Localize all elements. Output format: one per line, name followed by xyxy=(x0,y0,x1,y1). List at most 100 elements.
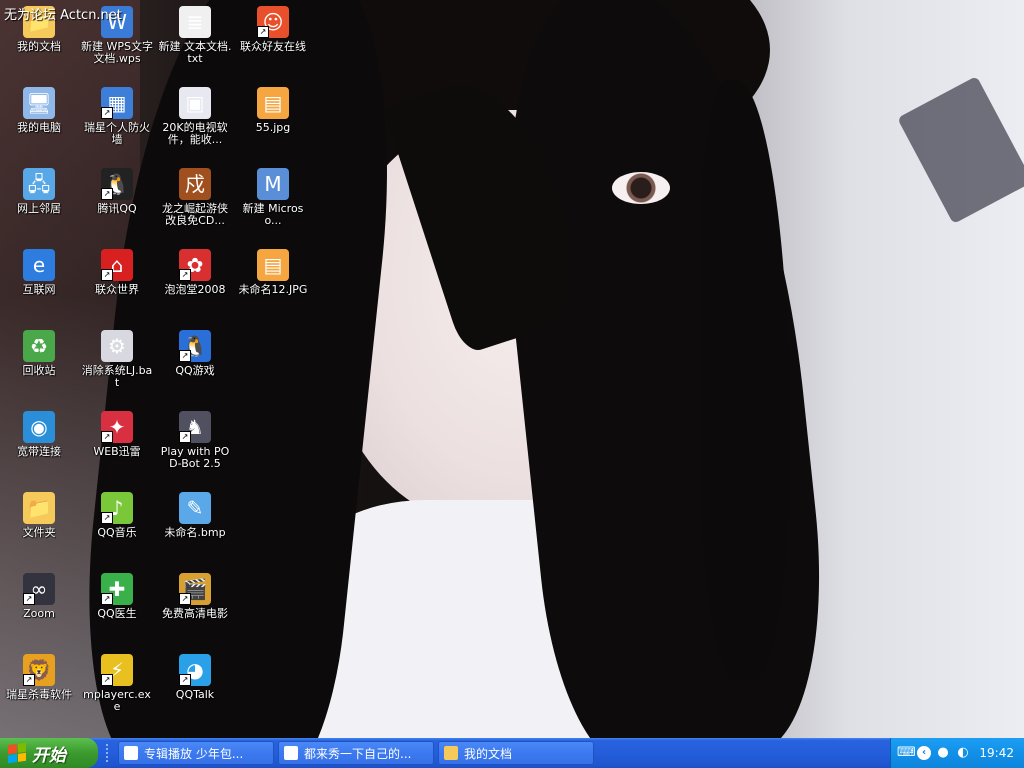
desktop-icon-label: 联众好友在线 xyxy=(240,40,306,53)
file-icon: ▤ xyxy=(257,249,289,281)
desktop-icon-label: 未命名12.JPG xyxy=(238,283,308,296)
shortcut-arrow-icon: ↗ xyxy=(179,431,191,443)
task-label: 我的文档 xyxy=(464,746,513,761)
shortcut-arrow-icon: ↗ xyxy=(257,26,269,38)
desktop-icon[interactable]: ▦ ↗ 瑞星个人防火墙 xyxy=(78,87,156,146)
file-icon: 📁 xyxy=(23,492,55,524)
desktop-icon-label: Zoom xyxy=(23,607,55,620)
task-button-my-documents[interactable]: 我的文档 xyxy=(438,741,594,765)
desktop-icon[interactable]: ▤ 未命名12.JPG xyxy=(234,249,312,296)
shortcut-arrow-icon: ↗ xyxy=(179,269,191,281)
desktop-icon-label: 文件夹 xyxy=(22,526,56,539)
browser-icon xyxy=(124,746,138,760)
file-icon: ☺ ↗ xyxy=(257,6,289,38)
windows-logo-icon xyxy=(8,742,26,764)
file-icon: ✿ ↗ xyxy=(179,249,211,281)
desktop-icon-label: 宽带连接 xyxy=(17,445,61,458)
desktop-icon[interactable]: 🖥 我的电脑 xyxy=(0,87,78,134)
desktop-icon-label: 龙之崛起游侠改良免CD... xyxy=(162,202,228,227)
shortcut-arrow-icon: ↗ xyxy=(179,593,191,605)
desktop-icon[interactable]: 🦁 ↗ 瑞星杀毒软件 xyxy=(0,654,78,701)
file-icon: ✎ xyxy=(179,492,211,524)
file-icon: ◉ xyxy=(23,411,55,443)
file-icon: ♻ xyxy=(23,330,55,362)
desktop-icon-label: 瑞星杀毒软件 xyxy=(6,688,72,701)
desktop-icon-label: QQ医生 xyxy=(97,607,137,620)
desktop-icon[interactable]: ✿ ↗ 泡泡堂2008 xyxy=(156,249,234,296)
start-button[interactable]: 开始 xyxy=(0,738,98,768)
wallpaper-hair-right xyxy=(480,0,840,738)
desktop-icon[interactable]: ∞ ↗ Zoom xyxy=(0,573,78,620)
desktop-icon[interactable]: ⚙ 消除系统LJ.bat xyxy=(78,330,156,389)
shortcut-arrow-icon: ↗ xyxy=(179,674,191,686)
desktop-icon-label: 20K的电视软件，能收... xyxy=(162,121,228,146)
task-label: 专辑播放 少年包... xyxy=(144,746,244,761)
shortcut-arrow-icon: ↗ xyxy=(101,593,113,605)
desktop-icon[interactable]: ♪ ↗ QQ音乐 xyxy=(78,492,156,539)
file-icon: 🐧 ↗ xyxy=(101,168,133,200)
file-icon: ◕ ↗ xyxy=(179,654,211,686)
keyboard-icon[interactable]: ⌨ xyxy=(897,745,916,761)
desktop-icon-label: 免费高清电影 xyxy=(162,607,228,620)
file-icon: 戍 xyxy=(179,168,211,200)
desktop-icon[interactable]: e 互联网 xyxy=(0,249,78,296)
desktop-icon[interactable]: ▣ 20K的电视软件，能收... xyxy=(156,87,234,146)
desktop-icon-label: 未命名.bmp xyxy=(164,526,226,539)
file-icon: ♪ ↗ xyxy=(101,492,133,524)
desktop-icon[interactable]: ♻ 回收站 xyxy=(0,330,78,377)
start-label: 开始 xyxy=(32,745,66,766)
desktop[interactable]: 📁 我的文档 W 新建 WPS文字文档.wps ≣ 新建 文本文档.txt ☺ ↗ 联众好友在线… xyxy=(0,0,1024,738)
task-label: 都来秀一下自己的... xyxy=(304,746,412,761)
desktop-icon[interactable]: ⌂ ↗ 联众世界 xyxy=(78,249,156,296)
file-icon: ✚ ↗ xyxy=(101,573,133,605)
desktop-icon[interactable]: ◉ 宽带连接 xyxy=(0,411,78,458)
desktop-icon-label: QQTalk xyxy=(175,688,215,701)
qq-icon[interactable]: ● xyxy=(935,745,951,761)
file-icon: ⚙ xyxy=(101,330,133,362)
file-icon: ♞ ↗ xyxy=(179,411,211,443)
desktop-icon-label: 回收站 xyxy=(22,364,56,377)
desktop-icon-label: 互联网 xyxy=(22,283,56,296)
desktop-icon[interactable]: 🐧 ↗ 腾讯QQ xyxy=(78,168,156,215)
desktop-icon[interactable]: ♞ ↗ Play with POD-Bot 2.5 xyxy=(156,411,234,470)
desktop-icon[interactable]: 🎬 ↗ 免费高清电影 xyxy=(156,573,234,620)
desktop-icon[interactable]: ⚡ ↗ mplayerc.exe xyxy=(78,654,156,713)
system-tray: ⌨ ‹ ● ◐ 19:42 xyxy=(890,738,1024,768)
file-icon: 🖥 xyxy=(23,87,55,119)
desktop-icon[interactable]: ✚ ↗ QQ医生 xyxy=(78,573,156,620)
clock[interactable]: 19:42 xyxy=(979,746,1014,760)
desktop-icon[interactable]: ◕ ↗ QQTalk xyxy=(156,654,234,701)
desktop-icon-label: 新建 文本文档.txt xyxy=(158,40,232,65)
wallpaper-shirt xyxy=(300,500,720,738)
desktop-icon[interactable]: 戍龙之崛起游侠改良免CD... xyxy=(156,168,234,227)
desktop-icon[interactable]: ▤ 55.jpg xyxy=(234,87,312,134)
desktop-icon[interactable]: 📁 文件夹 xyxy=(0,492,78,539)
task-button-forum-post[interactable]: 都来秀一下自己的... xyxy=(278,741,434,765)
desktop-icon[interactable]: 🖧 网上邻居 xyxy=(0,168,78,215)
file-icon: 🎬 ↗ xyxy=(179,573,211,605)
file-icon: 🖧 xyxy=(23,168,55,200)
desktop-icon-label: 网上邻居 xyxy=(17,202,61,215)
file-icon: M xyxy=(257,168,289,200)
desktop-icon[interactable]: 🐧 ↗ QQ游戏 xyxy=(156,330,234,377)
speaker-icon[interactable]: ◐ xyxy=(955,745,971,761)
show-hidden-icons-button[interactable]: ‹ xyxy=(917,746,931,760)
wallpaper-eye xyxy=(612,172,670,204)
shortcut-arrow-icon: ↗ xyxy=(23,674,35,686)
desktop-icon-label: 我的电脑 xyxy=(17,121,61,134)
task-button-album-player[interactable]: 专辑播放 少年包... xyxy=(118,741,274,765)
desktop-icon-label: WEB迅雷 xyxy=(93,445,141,458)
desktop-icon[interactable]: ☺ ↗ 联众好友在线 xyxy=(234,6,312,53)
desktop-icon-label: 瑞星个人防火墙 xyxy=(84,121,150,146)
desktop-icon[interactable]: ✎ 未命名.bmp xyxy=(156,492,234,539)
desktop-icon[interactable]: ✦ ↗ WEB迅雷 xyxy=(78,411,156,458)
desktop-icon-label: Play with POD-Bot 2.5 xyxy=(160,445,230,470)
browser-icon xyxy=(284,746,298,760)
watermark-text: 无为论坛 Actcn.net xyxy=(4,8,122,23)
wallpaper-hair-strand xyxy=(700,80,790,680)
desktop-icon[interactable]: ≣ 新建 文本文档.txt xyxy=(156,6,234,65)
desktop-icon-label: 新建 Microso... xyxy=(242,202,304,227)
desktop-icon-label: 55.jpg xyxy=(255,121,291,134)
taskbar-grip[interactable] xyxy=(106,744,112,762)
desktop-icon[interactable]: M 新建 Microso... xyxy=(234,168,312,227)
